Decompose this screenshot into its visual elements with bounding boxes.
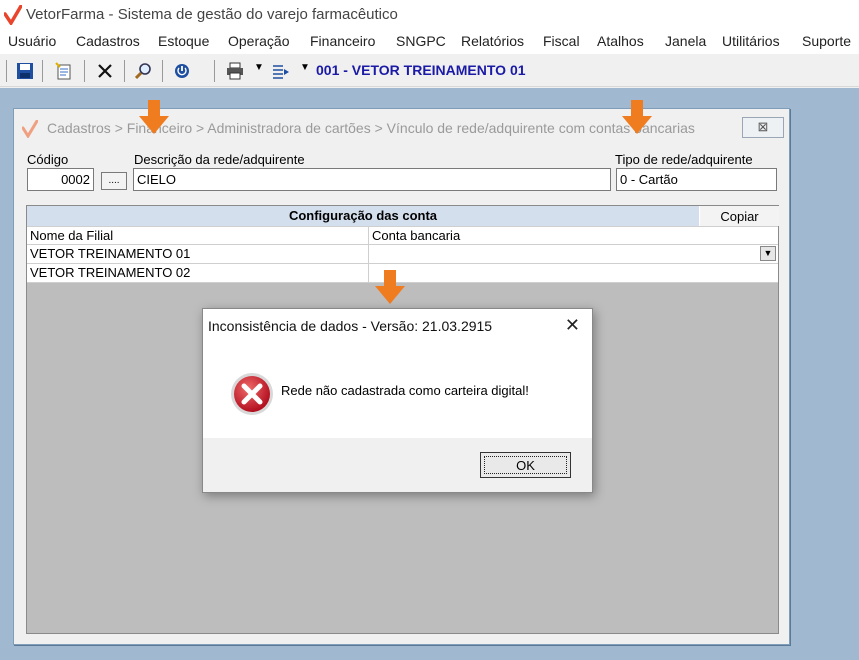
menu-financeiro[interactable]: Financeiro: [310, 33, 375, 49]
printer-icon[interactable]: [224, 60, 246, 82]
codigo-label: Código: [27, 152, 69, 167]
menu-bar: Usuário Cadastros Estoque Operação Finan…: [0, 30, 859, 54]
codigo-field[interactable]: 0002: [27, 168, 94, 191]
copy-button[interactable]: Copiar: [699, 206, 779, 226]
menu-usuario[interactable]: Usuário: [8, 33, 56, 49]
annotation-arrow-icon: [139, 100, 169, 134]
printer-dropdown-icon[interactable]: ▼: [254, 62, 264, 73]
search-icon[interactable]: [133, 60, 155, 82]
table-row[interactable]: VETOR TREINAMENTO 01 ▼: [27, 245, 778, 264]
tipo-field[interactable]: 0 - Cartão: [616, 168, 777, 191]
app-title-bar: VetorFarma - Sistema de gestão do varejo…: [0, 0, 859, 30]
toolbar-separator: [6, 60, 7, 82]
list-icon[interactable]: [270, 60, 292, 82]
conta-cell[interactable]: [369, 264, 778, 282]
descricao-field[interactable]: CIELO: [133, 168, 611, 191]
toolbar-separator: [42, 60, 43, 82]
grid-header-row: Nome da Filial Conta bancaria: [27, 226, 778, 245]
store-dropdown-icon[interactable]: ▼: [300, 62, 310, 73]
menu-janela[interactable]: Janela: [665, 33, 706, 49]
menu-atalhos[interactable]: Atalhos: [597, 33, 644, 49]
annotation-arrow-icon: [622, 100, 652, 134]
close-icon[interactable]: [94, 60, 116, 82]
dialog-button-area: OK: [203, 438, 592, 492]
window-title-bar: Cadastros > Financeiro > Administradora …: [14, 109, 789, 145]
menu-utilitarios[interactable]: Utilitários: [722, 33, 780, 49]
filial-cell: VETOR TREINAMENTO 02: [27, 264, 369, 282]
menu-relatorios[interactable]: Relatórios: [461, 33, 524, 49]
menu-cadastros[interactable]: Cadastros: [76, 33, 140, 49]
save-icon[interactable]: [14, 60, 36, 82]
window-close-button[interactable]: ⊠: [742, 117, 784, 138]
power-icon[interactable]: [171, 60, 193, 82]
close-icon[interactable]: ✕: [565, 315, 580, 336]
menu-suporte[interactable]: Suporte: [802, 33, 851, 49]
store-selector[interactable]: 001 - VETOR TREINAMENTO 01: [316, 62, 526, 78]
toolbar-separator: [214, 60, 215, 82]
conta-cell[interactable]: [369, 245, 778, 263]
dialog-message: Rede não cadastrada como carteira digita…: [281, 383, 529, 398]
filial-cell: VETOR TREINAMENTO 01: [27, 245, 369, 263]
menu-sngpc[interactable]: SNGPC: [396, 33, 446, 49]
codigo-lookup-button[interactable]: ....: [101, 172, 127, 190]
descricao-label: Descrição da rede/adquirente: [134, 152, 305, 167]
grid-title: Configuração das conta: [27, 206, 700, 226]
menu-fiscal[interactable]: Fiscal: [543, 33, 580, 49]
vetor-logo-icon: [22, 120, 38, 138]
annotation-arrow-icon: [375, 270, 405, 304]
ok-button[interactable]: OK: [480, 452, 571, 478]
dialog-title: Inconsistência de dados - Versão: 21.03.…: [208, 318, 493, 334]
toolbar-separator: [84, 60, 85, 82]
menu-operacao[interactable]: Operação: [228, 33, 289, 49]
column-header-conta[interactable]: Conta bancaria: [369, 227, 778, 245]
error-dialog: Inconsistência de dados - Versão: 21.03.…: [202, 308, 593, 493]
tipo-label: Tipo de rede/adquirente: [615, 152, 753, 167]
vetor-logo-icon: [4, 5, 22, 25]
chevron-down-icon[interactable]: ▼: [760, 246, 776, 261]
toolbar-separator: [124, 60, 125, 82]
ok-button-label: OK: [484, 456, 567, 474]
menu-estoque[interactable]: Estoque: [158, 33, 209, 49]
new-document-icon[interactable]: [52, 60, 74, 82]
toolbar-separator: [162, 60, 163, 82]
column-header-filial[interactable]: Nome da Filial: [27, 227, 369, 245]
app-title: VetorFarma - Sistema de gestão do varejo…: [26, 6, 398, 23]
error-icon: [231, 373, 273, 415]
